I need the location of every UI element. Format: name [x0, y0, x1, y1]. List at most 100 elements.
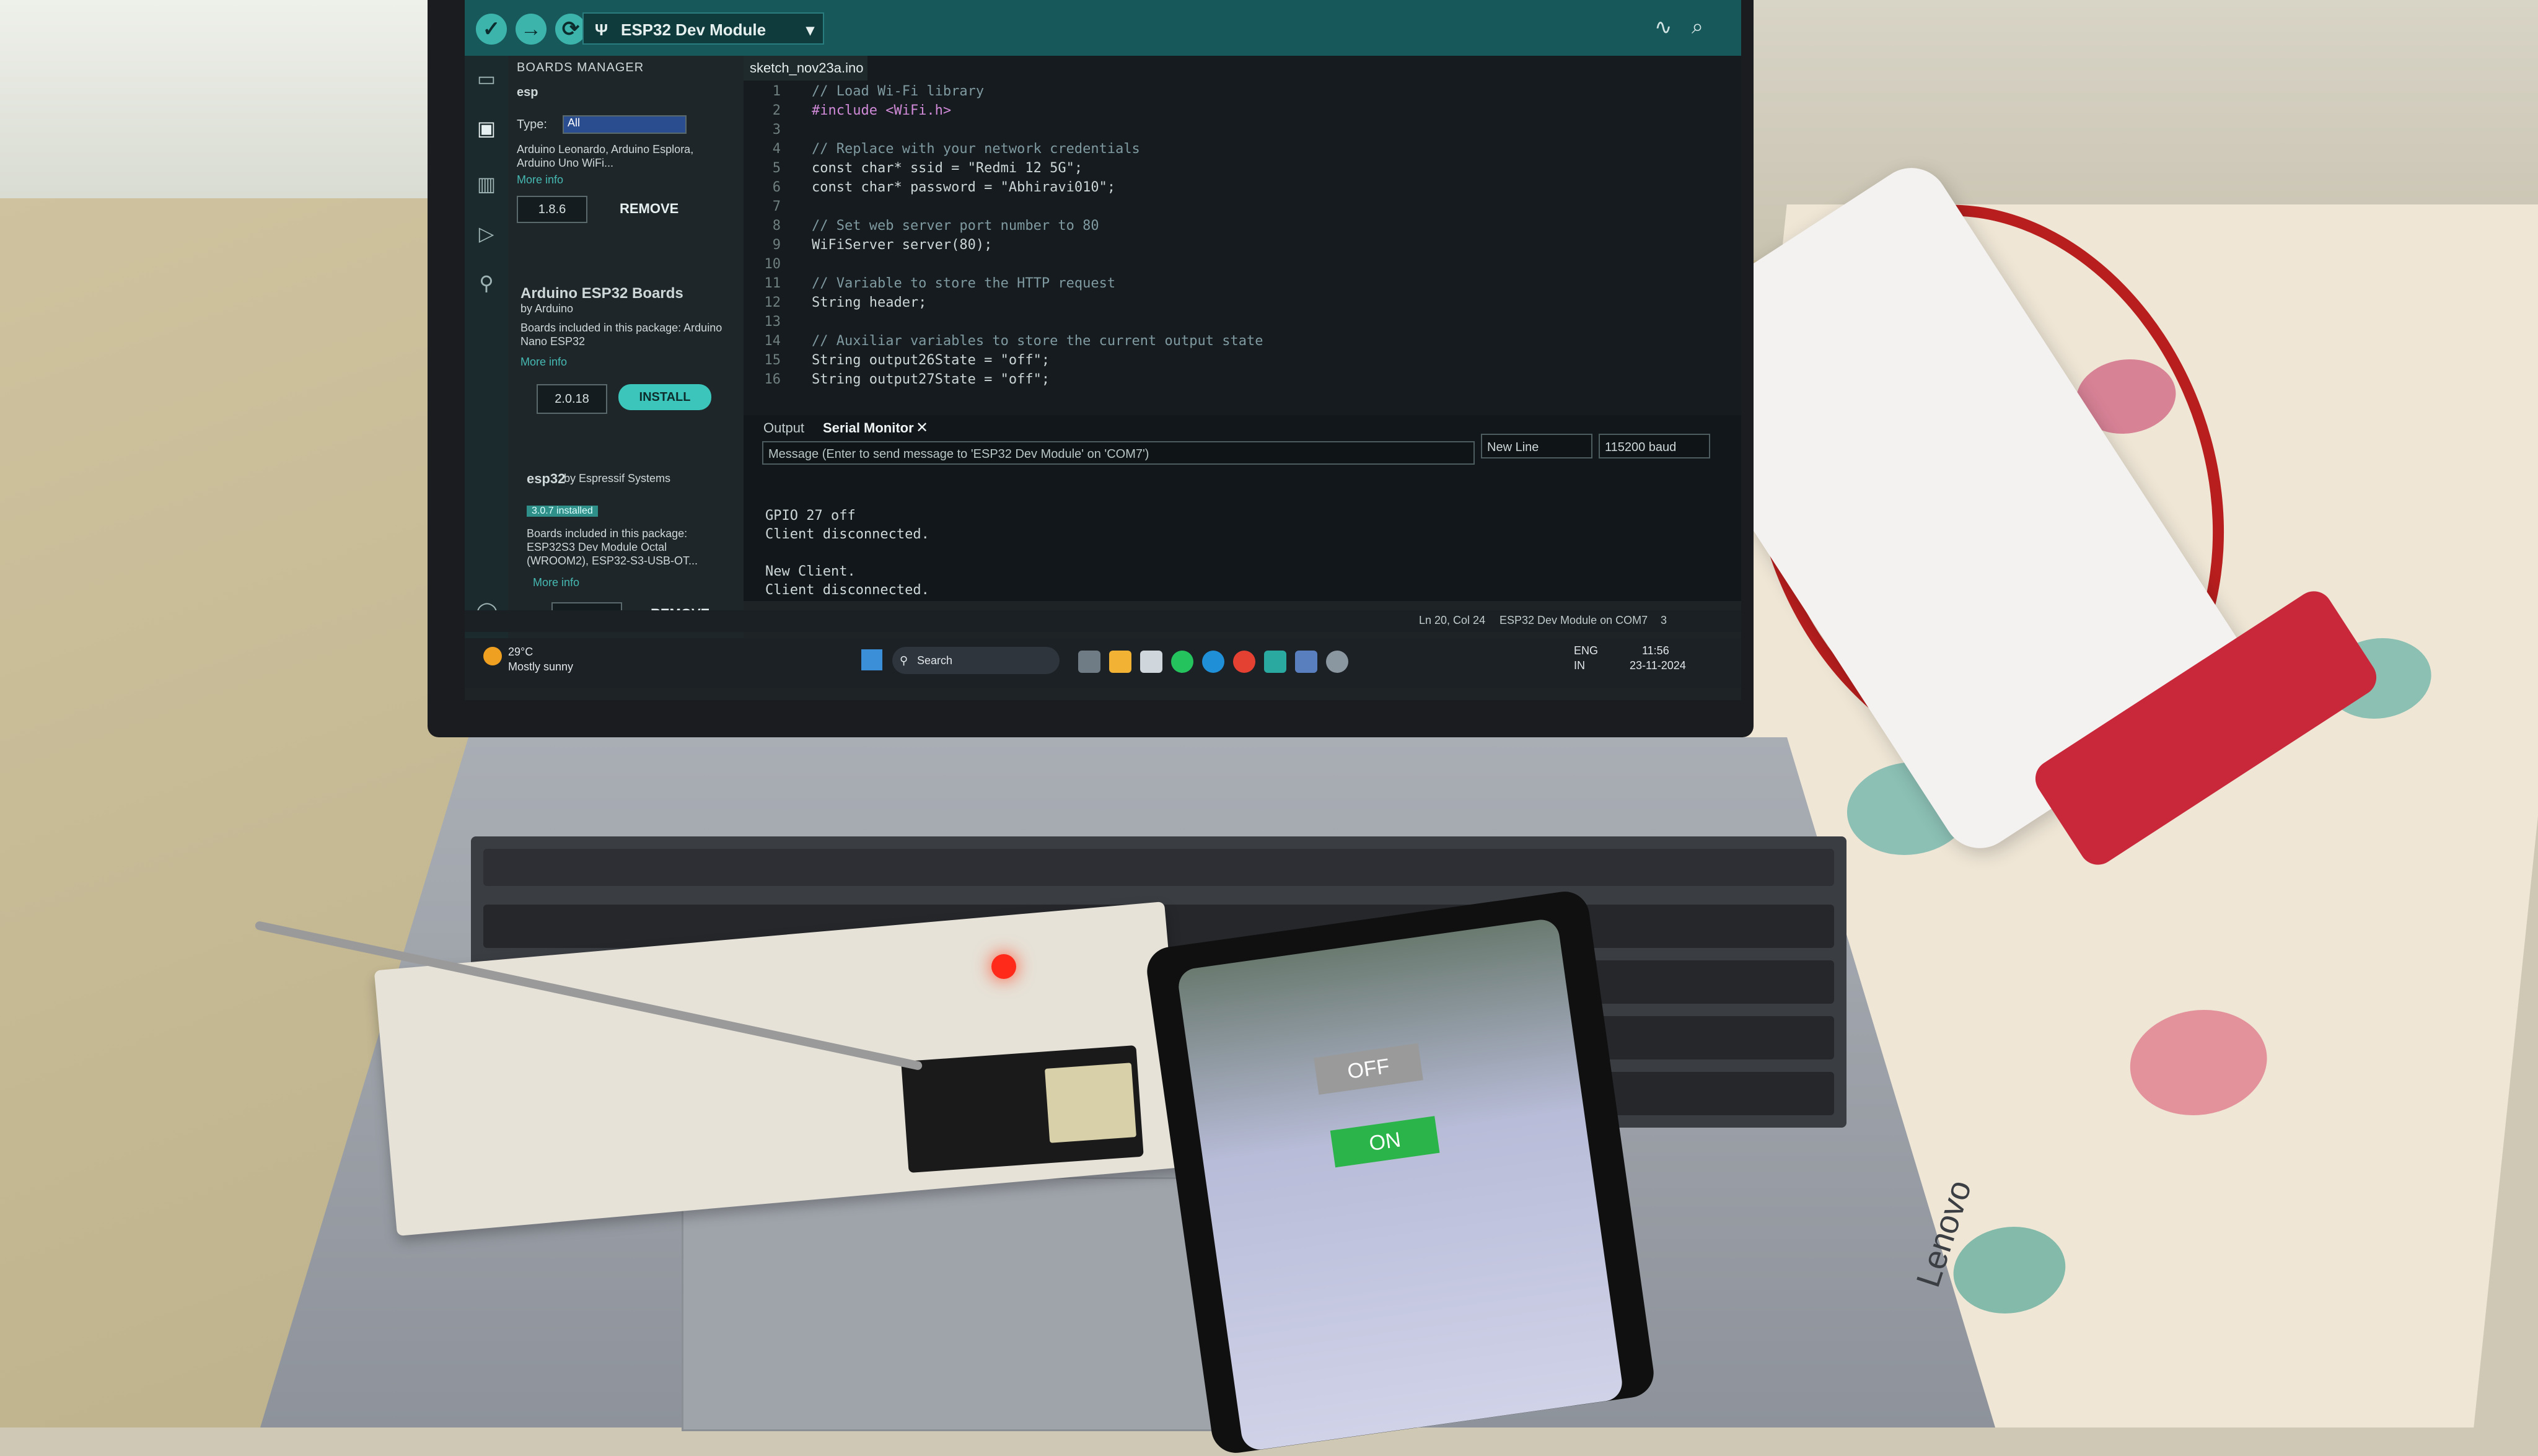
more-info-link[interactable]: More info	[517, 173, 563, 186]
serial-output-line: GPIO 27 off	[765, 508, 856, 524]
language-indicator[interactable]: ENG	[1574, 644, 1598, 657]
remove-button[interactable]: REMOVE	[620, 201, 678, 217]
key-row	[483, 849, 1834, 886]
store-icon[interactable]	[1140, 651, 1162, 673]
task-view-icon[interactable]	[1078, 651, 1100, 673]
line-number: 12	[764, 295, 781, 310]
filter-label: Type:	[517, 118, 547, 131]
touchpad	[682, 1177, 1243, 1431]
line-number: 3	[772, 122, 781, 138]
package-author: by Espressif Systems	[564, 472, 671, 485]
line-number: 14	[764, 333, 781, 349]
code-text: #include <WiFi.h>	[812, 103, 952, 118]
whatsapp-icon[interactable]	[1171, 651, 1193, 673]
package-desc: Arduino Leonardo, Arduino Esplora, Ardui…	[517, 143, 694, 169]
line-number: 8	[772, 218, 781, 234]
code-text: const char* ssid = "Redmi 12 5G";	[812, 160, 1083, 176]
version-select[interactable]: 1.8.6	[517, 196, 587, 223]
serial-monitor-icon[interactable]: ⌕	[1692, 15, 1703, 39]
line-number: 6	[772, 180, 781, 195]
code-text: const char* password = "Abhiravi010";	[812, 180, 1116, 195]
code-lines: 1 // Load Wi-Fi library 2 #include <WiFi.h>…	[744, 84, 1741, 412]
version-select[interactable]: 2.0.18	[537, 384, 607, 414]
upload-button[interactable]: →	[516, 14, 547, 45]
line-number: 7	[772, 199, 781, 214]
library-icon[interactable]: ▥	[476, 173, 497, 195]
file-explorer-icon[interactable]	[1109, 651, 1131, 673]
weather-desc: Mostly sunny	[508, 660, 574, 673]
window-background	[0, 0, 446, 198]
board-selector[interactable]: Ψ ESP32 Dev Module ▾	[582, 12, 824, 45]
board-port-status: ESP32 Dev Module on COM7	[1500, 614, 1648, 626]
serial-plotter-icon[interactable]: ∿	[1654, 15, 1672, 40]
package-name: esp32	[527, 471, 566, 486]
verify-button[interactable]: ✓	[476, 14, 507, 45]
taskbar-search[interactable]: ⚲ Search	[892, 647, 1060, 674]
code-text: WiFiServer server(80);	[812, 237, 993, 253]
phone-screen: OFF ON	[1176, 917, 1625, 1452]
ide-activity-bar: ▭ ▣ ▥ ▷ ⚲ ◯	[465, 56, 508, 669]
search-input[interactable]: esp	[517, 86, 538, 100]
windows-taskbar: 29°C Mostly sunny ⚲ Search ENG IN 11:56 …	[465, 638, 1741, 688]
phone-on-button[interactable]: ON	[1330, 1116, 1440, 1168]
line-number: 13	[764, 314, 781, 330]
package-author: by Arduino	[520, 302, 574, 315]
boards-manager-panel: BOARDS MANAGER esp Type: All Arduino Leo…	[508, 56, 744, 669]
code-text: // Variable to store the HTTP request	[812, 276, 1116, 291]
serial-output-line: Client disconnected.	[765, 527, 929, 542]
install-button[interactable]: INSTALL	[618, 384, 711, 410]
code-text: // Set web server port number to 80	[812, 218, 1099, 234]
baud-rate-select[interactable]: 115200 baud	[1599, 434, 1710, 458]
taskbar-search-label: Search	[917, 654, 953, 667]
line-number: 5	[772, 160, 781, 176]
line-ending-select[interactable]: New Line	[1481, 434, 1592, 458]
clock-date: 23-11-2024	[1630, 659, 1686, 672]
line-number: 2	[772, 103, 781, 118]
code-text: // Load Wi-Fi library	[812, 84, 985, 99]
settings-icon[interactable]	[1326, 651, 1348, 673]
phone-off-button[interactable]: OFF	[1314, 1043, 1423, 1095]
line-number: 16	[764, 372, 781, 387]
start-icon[interactable]	[861, 649, 882, 670]
chevron-down-icon: ▾	[806, 20, 814, 39]
esp32-module-shield	[1044, 1063, 1137, 1143]
search-icon[interactable]: ⚲	[476, 273, 497, 294]
package-desc: Boards included in this package: ESP32S3…	[527, 527, 698, 567]
ide-status-bar: Ln 20, Col 24 ESP32 Dev Module on COM7 3	[465, 610, 1741, 632]
code-text: // Replace with your network credentials	[812, 141, 1140, 157]
debug-button[interactable]: ⟳	[555, 14, 586, 45]
line-number: 1	[772, 84, 781, 99]
chrome-icon[interactable]	[1233, 651, 1255, 673]
code-text: String header;	[812, 295, 927, 310]
panel-title: BOARDS MANAGER	[517, 61, 644, 74]
line-number: 10	[764, 257, 781, 272]
usb-icon: Ψ	[595, 20, 608, 39]
ide-toolbar: ✓ → ⟳ Ψ ESP32 Dev Module ▾ ∿ ⌕	[465, 0, 1741, 56]
tab-output[interactable]: Output	[763, 420, 804, 436]
cursor-position: Ln 20, Col 24	[1419, 614, 1486, 626]
weather-icon	[483, 647, 502, 665]
edge-icon[interactable]	[1202, 651, 1224, 673]
line-number: 15	[764, 353, 781, 368]
code-text: String output27State = "off";	[812, 372, 1050, 387]
folder-icon[interactable]: ▭	[476, 68, 497, 89]
region-indicator: IN	[1574, 659, 1585, 672]
python-icon[interactable]	[1295, 651, 1317, 673]
notification-count[interactable]: 3	[1661, 614, 1667, 627]
close-icon[interactable]: ✕	[916, 419, 928, 437]
boards-manager-icon[interactable]: ▣	[476, 118, 497, 139]
tab-serial-monitor[interactable]: Serial Monitor	[823, 420, 914, 436]
flower-pattern	[2125, 1010, 2273, 1115]
type-filter-select[interactable]: All	[563, 115, 687, 134]
line-ending-label: New Line	[1487, 441, 1539, 454]
serial-message-input[interactable]: Message (Enter to send message to 'ESP32…	[762, 441, 1475, 465]
more-info-link[interactable]: More info	[533, 576, 579, 589]
clock-time[interactable]: 11:56	[1642, 644, 1669, 657]
arduino-icon[interactable]	[1264, 651, 1286, 673]
debug-icon[interactable]: ▷	[476, 223, 497, 244]
code-text: String output26State = "off";	[812, 353, 1050, 368]
package-desc: Boards included in this package: Arduino…	[520, 322, 722, 348]
tab-sketch[interactable]: sketch_nov23a.ino	[744, 56, 867, 81]
weather-temp[interactable]: 29°C	[508, 646, 533, 659]
more-info-link[interactable]: More info	[520, 356, 567, 369]
